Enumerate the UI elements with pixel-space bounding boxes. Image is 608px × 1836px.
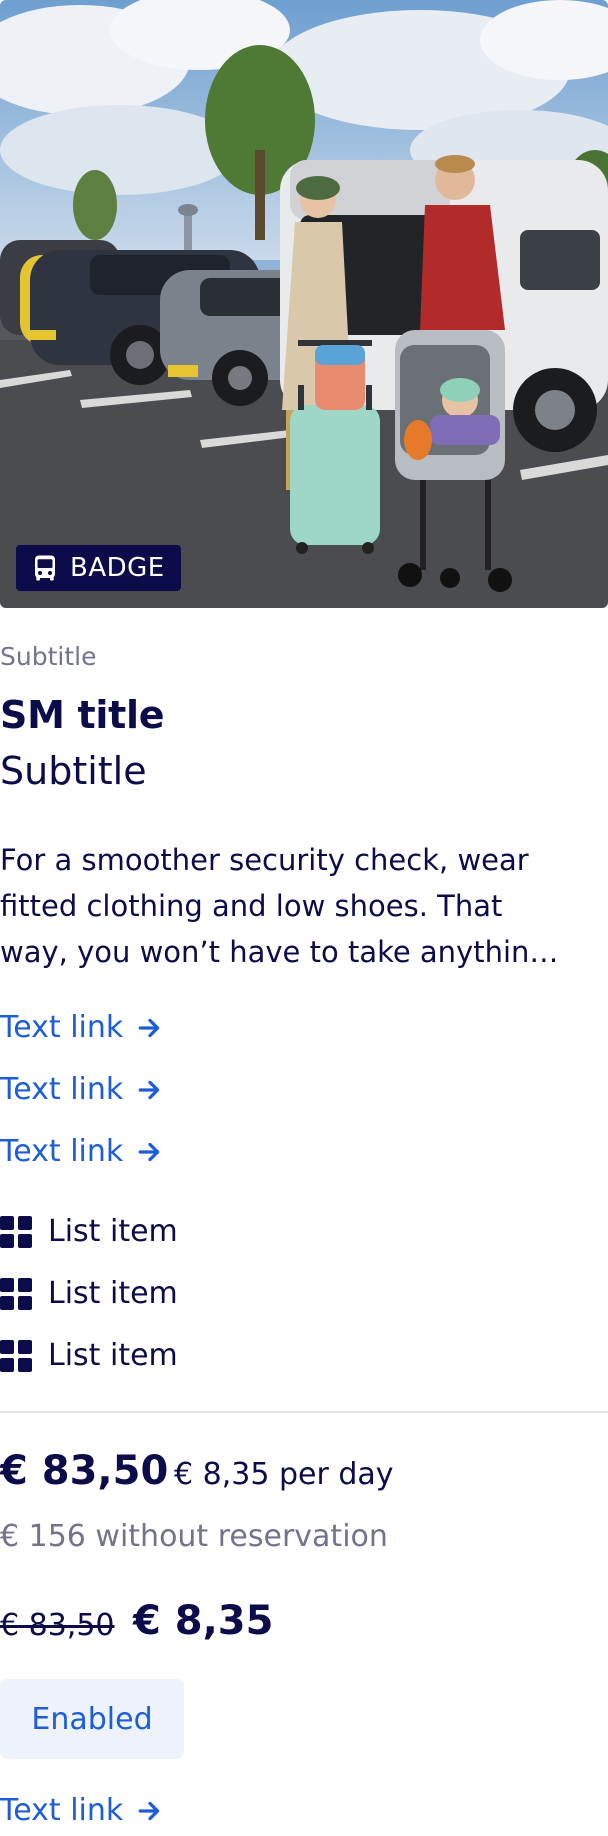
divider <box>0 1411 608 1413</box>
text-link-label: Text link <box>0 1072 124 1107</box>
eyebrow-subtitle: Subtitle <box>0 642 97 671</box>
footer-text-link[interactable]: Text link <box>0 1793 163 1828</box>
enabled-button[interactable]: Enabled <box>0 1679 184 1759</box>
price-per-day: € 8,35 per day <box>174 1457 394 1492</box>
price-without-reservation: € 156 without reservation <box>0 1519 388 1554</box>
arrow-right-icon <box>138 1142 160 1161</box>
text-link-1[interactable]: Text link <box>0 1010 163 1045</box>
text-link-label: Text link <box>0 1010 124 1045</box>
arrow-right-icon <box>138 1801 160 1820</box>
text-link-3[interactable]: Text link <box>0 1134 163 1169</box>
grid-icon <box>0 1339 32 1372</box>
badge: BADGE <box>16 545 181 591</box>
list-item-label: List item <box>48 1214 178 1249</box>
text-link-label: Text link <box>0 1793 124 1828</box>
bus-icon <box>35 555 55 581</box>
hero-photo-illustration <box>0 0 608 608</box>
card-subtitle: Subtitle <box>0 749 147 793</box>
list-item: List item <box>0 1276 178 1311</box>
grid-icon <box>0 1215 32 1248</box>
new-price: € 8,35 <box>133 1598 274 1644</box>
arrow-right-icon <box>138 1018 160 1037</box>
card-description: For a smoother security check, wear fitt… <box>0 843 559 969</box>
hero-image: BADGE <box>0 0 608 608</box>
list-item-label: List item <box>48 1276 178 1311</box>
arrow-right-icon <box>138 1080 160 1099</box>
list-item-label: List item <box>48 1338 178 1373</box>
list-item: List item <box>0 1214 178 1249</box>
price: € 83,50 <box>0 1448 169 1494</box>
old-price: € 83,50 <box>0 1608 115 1643</box>
card-title: SM title <box>0 693 165 737</box>
text-link-label: Text link <box>0 1134 124 1169</box>
product-card: BADGE Subtitle SM title Subtitle For a s… <box>0 0 608 1836</box>
grid-icon <box>0 1277 32 1310</box>
list-item: List item <box>0 1338 178 1373</box>
text-link-2[interactable]: Text link <box>0 1072 163 1107</box>
badge-label: BADGE <box>70 553 165 583</box>
